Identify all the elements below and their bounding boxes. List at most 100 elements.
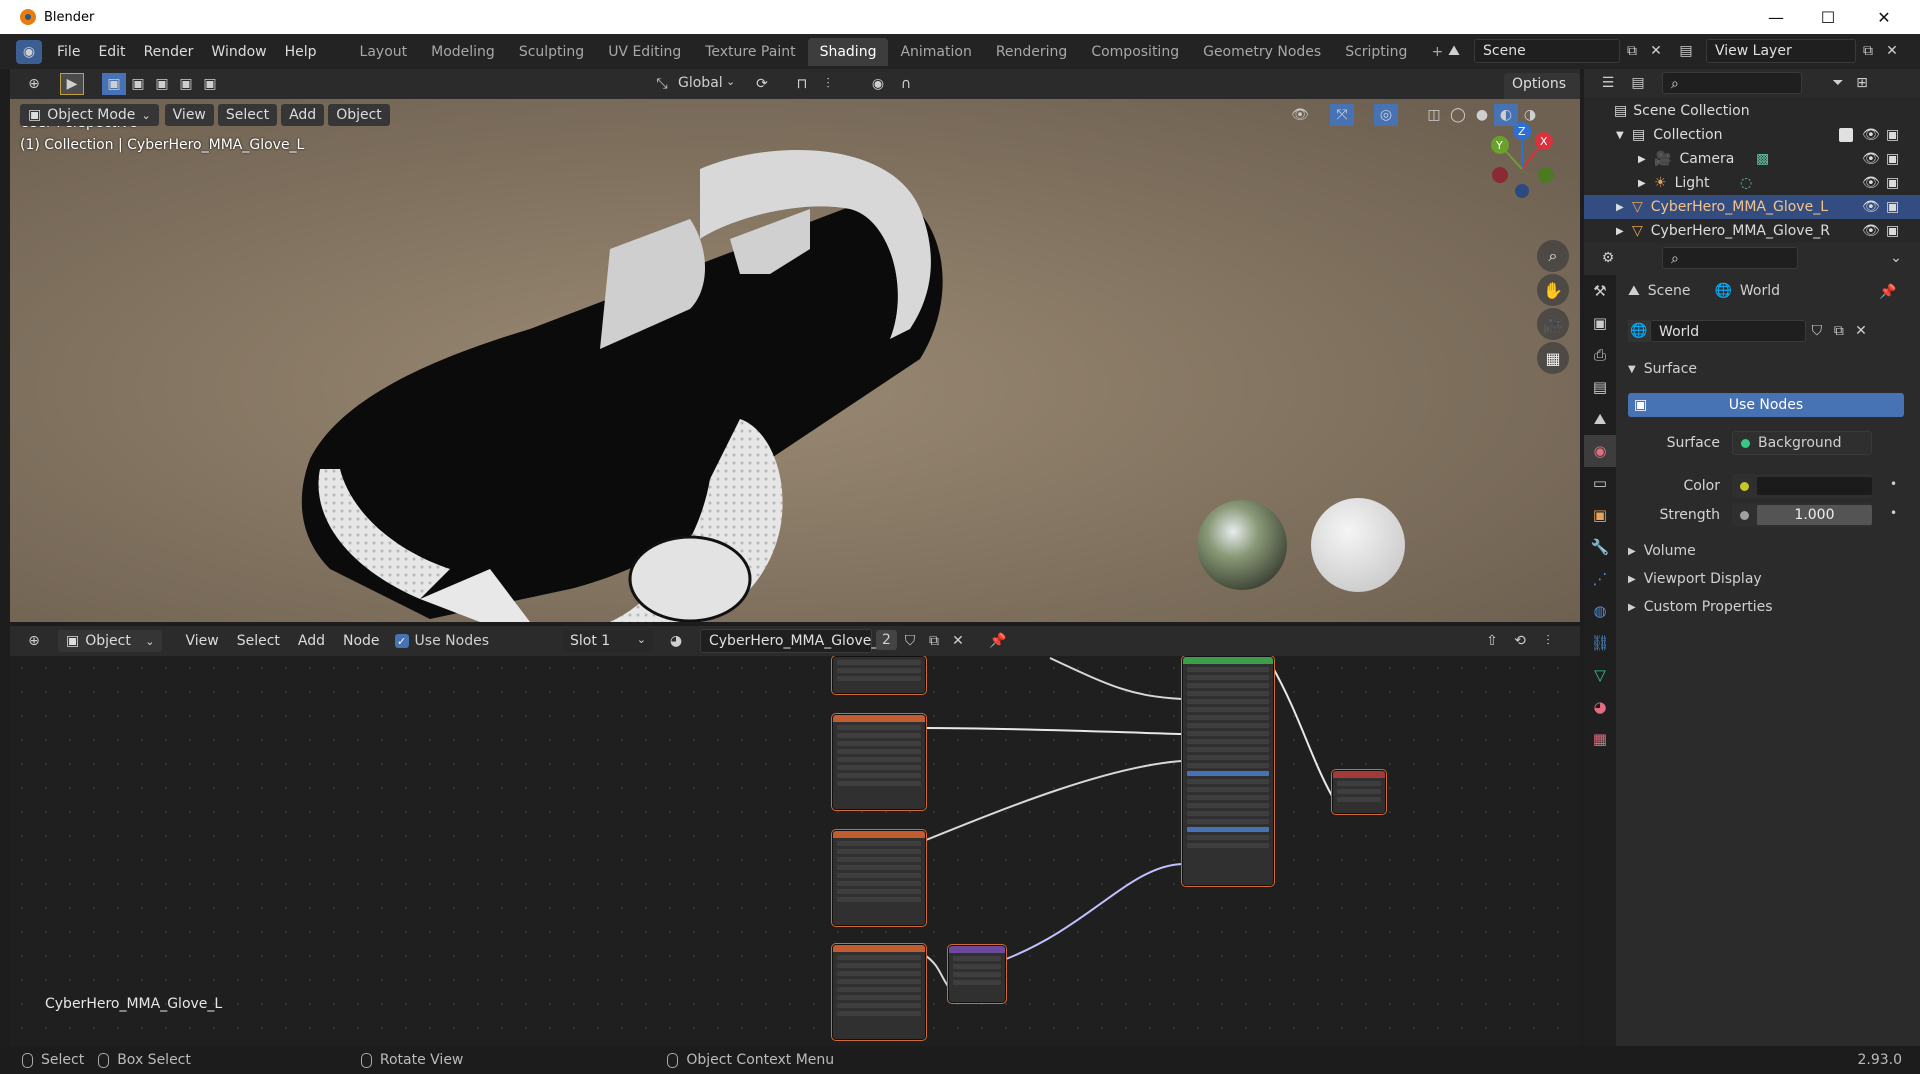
tab-uv-editing[interactable]: UV Editing [596, 38, 693, 66]
select-mode-extend-icon[interactable]: ▣ [126, 73, 150, 95]
proportional-edit-icon[interactable]: ◉ [866, 73, 890, 95]
outliner-editor-icon[interactable]: ☰ [1596, 72, 1620, 94]
keyframe-dot-icon[interactable]: • [1890, 477, 1897, 491]
surface-shader-field[interactable]: Background [1732, 431, 1872, 455]
unlink-material-icon[interactable]: ✕ [946, 630, 970, 652]
color-field[interactable] [1732, 474, 1872, 498]
principled-bsdf-node[interactable] [1182, 656, 1274, 886]
texture-tab-icon[interactable]: ▦ [1584, 723, 1616, 755]
ortho-grid-icon[interactable]: ▦ [1537, 342, 1569, 374]
3d-viewport[interactable]: User Perspective (1) Collection | CyberH… [10, 99, 1580, 622]
expand-arrow-icon[interactable]: ▶ [1616, 226, 1632, 237]
outliner-row-camera[interactable]: ▶ 🎥 Camera ▩ 👁 ▣ [1584, 147, 1920, 171]
world-selector[interactable]: 🌐 World ⛉ ⧉ ✕ [1628, 319, 1872, 343]
node-menu-view[interactable]: View [176, 633, 227, 649]
transform-orientation-icon[interactable]: ⤡ [650, 73, 674, 95]
render-camera-icon[interactable]: ▣ [1886, 175, 1899, 191]
tab-geometry-nodes[interactable]: Geometry Nodes [1191, 38, 1333, 66]
object-tab-icon[interactable]: ▣ [1584, 499, 1616, 531]
parent-node-tree-icon[interactable]: ⇧ [1480, 630, 1504, 652]
node-snap-target-icon[interactable]: ⫶ [1536, 630, 1560, 652]
new-world-icon[interactable]: ⧉ [1828, 320, 1850, 342]
material-browse-icon[interactable]: ◕ [664, 630, 688, 652]
editor-type-icon[interactable]: ⊕ [22, 73, 46, 95]
close-button[interactable]: ✕ [1856, 0, 1912, 34]
tab-modeling[interactable]: Modeling [419, 38, 507, 66]
outliner-row-collection[interactable]: ▼ ▤ Collection 👁 ▣ [1584, 123, 1920, 147]
use-nodes-button[interactable]: ▣ Use Nodes [1628, 393, 1904, 417]
chevron-down-icon[interactable]: ⌄ [1884, 247, 1908, 269]
unlink-world-icon[interactable]: ✕ [1850, 320, 1872, 342]
transform-orientation-dropdown[interactable]: Global [678, 75, 723, 91]
use-nodes-checkbox[interactable]: ✓ Use Nodes [394, 633, 489, 649]
color-swatch[interactable] [1756, 477, 1872, 495]
select-mode-new-icon[interactable]: ▣ [102, 73, 126, 95]
strength-value[interactable]: 1.000 [1756, 505, 1872, 525]
panel-custom-properties-header[interactable]: ▶ Custom Properties [1628, 599, 1773, 615]
select-mode-intersect-icon[interactable]: ▣ [198, 73, 222, 95]
expand-arrow-icon[interactable]: ▶ [1616, 202, 1632, 213]
tab-compositing[interactable]: Compositing [1079, 38, 1191, 66]
scene-selector-icon[interactable]: ⛰ [1442, 40, 1466, 62]
new-view-layer-icon[interactable]: ⧉ [1856, 40, 1880, 62]
collection-tab-icon[interactable]: ▭ [1584, 467, 1616, 499]
view-layer-field[interactable]: View Layer [1706, 39, 1856, 63]
outliner-row-glove-r[interactable]: ▶ ▽ CyberHero_MMA_Glove_R 👁 ▣ [1584, 219, 1920, 243]
world-tab-icon[interactable]: ◉ [1584, 435, 1616, 467]
pivot-point-icon[interactable]: ⟳ [750, 73, 774, 95]
render-camera-icon[interactable]: ▣ [1886, 223, 1899, 239]
image-texture-node-normal[interactable] [832, 944, 926, 1040]
falloff-icon[interactable]: ∩ [894, 73, 918, 95]
image-texture-node-base-color[interactable] [832, 656, 926, 694]
view-layer-tab-icon[interactable]: ▤ [1584, 371, 1616, 403]
camera-view-icon[interactable]: 🎥 [1537, 308, 1569, 340]
node-menu-add[interactable]: Add [289, 633, 334, 649]
outliner-row-light[interactable]: ▶ ☀ Light ◌ 👁 ▣ [1584, 171, 1920, 195]
tool-tab-icon[interactable]: ⚒ [1584, 275, 1616, 307]
gizmo-toggle-icon[interactable]: ⤧ [1330, 104, 1354, 126]
image-texture-node-metallic[interactable] [832, 830, 926, 926]
display-mode-icon[interactable]: ▤ [1626, 72, 1650, 94]
panel-surface-header[interactable]: ▼ Surface [1628, 361, 1697, 377]
node-menu-node[interactable]: Node [334, 633, 389, 649]
properties-editor-icon[interactable]: ⚙ [1596, 247, 1620, 269]
outliner-row-scene-collection[interactable]: ▤ Scene Collection [1584, 99, 1920, 123]
output-tab-icon[interactable]: ⎙ [1584, 339, 1616, 371]
navigation-gizmo[interactable]: Z X Y [1470, 119, 1560, 209]
outliner-search-input[interactable]: ⌕ [1662, 72, 1802, 94]
visibility-icon[interactable]: 👁 [1288, 104, 1312, 126]
render-camera-icon[interactable]: ▣ [1886, 199, 1899, 215]
normal-map-node[interactable] [948, 945, 1006, 1003]
delete-scene-icon[interactable]: ✕ [1644, 40, 1668, 62]
material-shading-icon[interactable]: ◐ [1494, 104, 1518, 126]
delete-view-layer-icon[interactable]: ✕ [1880, 40, 1904, 62]
new-collection-icon[interactable]: ⊞ [1850, 72, 1874, 94]
material-output-node[interactable] [1332, 770, 1386, 814]
blender-menu-icon[interactable]: ◉ [16, 39, 42, 64]
minimize-button[interactable]: — [1748, 0, 1804, 34]
slot-dropdown[interactable]: Slot 1 ⌄ [562, 630, 654, 652]
tab-layout[interactable]: Layout [348, 38, 420, 66]
filter-icon[interactable]: ⏷ [1826, 72, 1850, 94]
new-scene-icon[interactable]: ⧉ [1620, 40, 1644, 62]
render-tab-icon[interactable]: ▣ [1584, 307, 1616, 339]
world-name-field[interactable]: World [1650, 320, 1806, 342]
select-mode-invert-icon[interactable]: ▣ [174, 73, 198, 95]
expand-arrow-icon[interactable]: ▶ [1638, 154, 1654, 165]
zoom-icon[interactable]: ⌕ [1537, 240, 1569, 272]
tab-animation[interactable]: Animation [888, 38, 983, 66]
render-camera-icon[interactable]: ▣ [1886, 127, 1899, 143]
image-texture-node-roughness[interactable] [832, 714, 926, 810]
scene-name-field[interactable]: Scene [1474, 39, 1620, 63]
panel-volume-header[interactable]: ▶ Volume [1628, 543, 1696, 559]
rendered-shading-icon[interactable]: ◑ [1518, 104, 1542, 126]
eye-icon[interactable]: 👁 [1862, 151, 1880, 167]
outliner-row-glove-l[interactable]: ▶ ▽ CyberHero_MMA_Glove_L 👁 ▣ [1584, 195, 1920, 219]
tab-scripting[interactable]: Scripting [1333, 38, 1419, 66]
new-material-icon[interactable]: ⧉ [922, 630, 946, 652]
select-mode-subtract-icon[interactable]: ▣ [150, 73, 174, 95]
node-snap-icon[interactable]: ⟲ [1508, 630, 1532, 652]
world-browse-icon[interactable]: 🌐 [1628, 320, 1651, 342]
select-tool-icon[interactable]: ▶ [60, 73, 84, 95]
panel-viewport-display-header[interactable]: ▶ Viewport Display [1628, 571, 1762, 587]
